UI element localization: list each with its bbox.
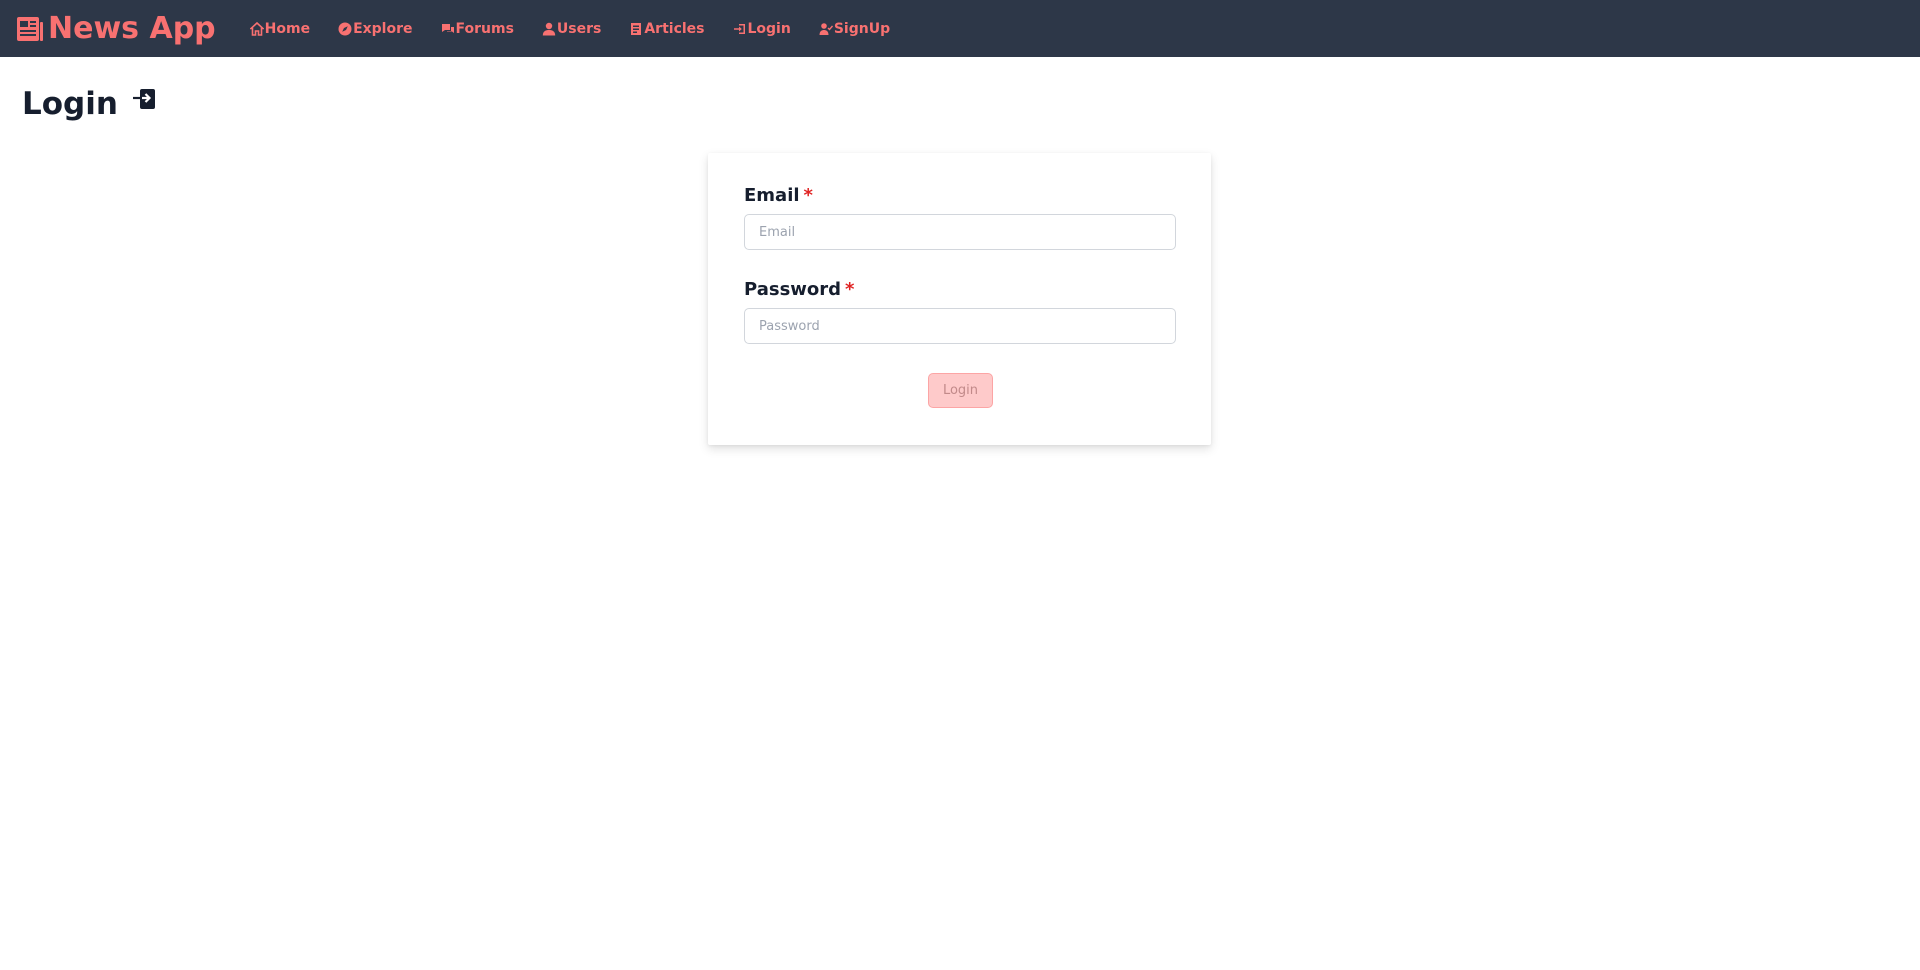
- password-required-mark: *: [845, 279, 855, 300]
- nav-label-home: Home: [264, 20, 311, 37]
- password-input[interactable]: [744, 308, 1176, 344]
- newspaper-icon: [17, 16, 43, 41]
- nav-label-forums: Forums: [455, 20, 514, 37]
- user-icon: [542, 22, 556, 35]
- top-navbar: News App Home Explore Forums Users Artic…: [0, 0, 1920, 57]
- nav-label-signup: SignUp: [833, 20, 891, 37]
- nav-label-articles: Articles: [644, 20, 705, 37]
- forum-icon: [441, 23, 454, 33]
- article-icon: [631, 22, 642, 35]
- password-label: Password *: [744, 279, 854, 300]
- email-required-mark: *: [803, 185, 813, 206]
- page-title: Login: [22, 86, 118, 122]
- nav-label-explore: Explore: [353, 20, 413, 37]
- nav-item-users[interactable]: Users: [542, 21, 601, 37]
- page-header: Login: [22, 86, 156, 122]
- nav-label-users: Users: [556, 20, 602, 37]
- nav-item-login[interactable]: Login: [733, 21, 791, 37]
- email-label-text: Email: [744, 185, 800, 206]
- nav-item-explore[interactable]: Explore: [338, 20, 413, 37]
- user-check-icon: [819, 22, 833, 35]
- login-button[interactable]: Login: [928, 373, 993, 408]
- compass-icon: [338, 22, 352, 35]
- brand-name: News App: [48, 11, 216, 46]
- nav-label-login: Login: [747, 20, 791, 37]
- login-icon: [132, 89, 155, 109]
- home-icon: [249, 21, 264, 36]
- nav-item-articles[interactable]: Articles: [629, 20, 705, 37]
- nav-item-signup[interactable]: SignUp: [819, 21, 890, 37]
- nav-item-home[interactable]: Home: [249, 20, 311, 37]
- main-nav: Home Explore Forums Users Articles Login…: [249, 20, 918, 37]
- brand-link[interactable]: News App: [16, 11, 216, 46]
- email-input[interactable]: [744, 214, 1176, 250]
- email-label: Email *: [744, 185, 813, 206]
- login-form: Email* Password* Login: [708, 153, 1211, 445]
- password-label-text: Password: [744, 279, 842, 300]
- nav-item-forums[interactable]: Forums: [441, 21, 514, 37]
- login-icon: [733, 23, 745, 34]
